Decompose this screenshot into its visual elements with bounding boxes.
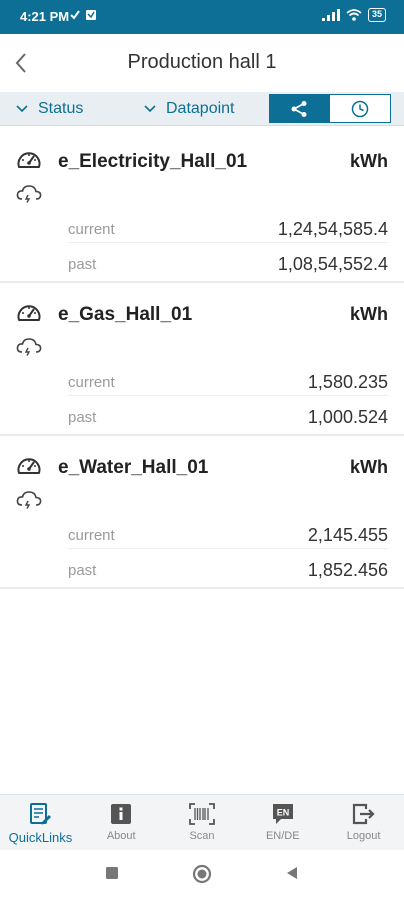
datapoint-filter-label: Datapoint <box>166 100 235 117</box>
cloud-icon <box>16 491 42 509</box>
gauge-icon <box>17 305 41 321</box>
notification-icons <box>70 9 97 21</box>
gauge-icon <box>17 458 41 474</box>
nav-about-label: About <box>106 830 136 842</box>
battery-icon: 35 <box>367 8 386 22</box>
back-system-button[interactable] <box>284 865 300 881</box>
datapoint-card[interactable]: e_Gas_Hall_01 kWh current 1,580.235 past… <box>0 283 404 436</box>
datapoint-name: e_Electricity_Hall_01 <box>58 151 248 172</box>
nav-logout[interactable]: Logout <box>323 795 404 850</box>
status-bar: 4:21 PM 35 <box>0 0 404 34</box>
row-divider <box>68 242 388 243</box>
current-value: 1,580.235 <box>307 371 388 392</box>
gauge-icon <box>17 152 41 168</box>
history-button[interactable] <box>329 94 391 123</box>
quicklinks-icon <box>30 803 52 825</box>
datapoint-name: e_Water_Hall_01 <box>58 457 209 478</box>
datapoint-unit: kWh <box>350 457 388 477</box>
nav-quicklinks[interactable]: QuickLinks <box>0 795 81 850</box>
status-filter-label: Status <box>38 100 84 117</box>
datapoint-card[interactable]: e_Water_Hall_01 kWh current 2,145.455 pa… <box>0 436 404 589</box>
check-icon <box>70 10 80 20</box>
chevron-down-icon <box>144 105 156 113</box>
row-divider <box>68 548 388 549</box>
past-value: 1,852.456 <box>307 559 388 580</box>
barcode-icon <box>189 803 215 825</box>
share-icon <box>291 100 307 117</box>
page-title: Production hall 1 <box>127 51 277 73</box>
datapoint-name: e_Gas_Hall_01 <box>58 304 193 325</box>
current-label: current <box>68 220 115 238</box>
nav-language[interactable]: EN EN/DE <box>242 795 323 850</box>
past-label: past <box>68 408 97 426</box>
logout-icon <box>352 803 375 825</box>
share-button[interactable] <box>269 94 329 123</box>
current-label: current <box>68 373 115 391</box>
cloud-icon <box>16 338 42 356</box>
current-value: 2,145.455 <box>307 524 388 545</box>
datapoint-unit: kWh <box>350 151 388 171</box>
info-icon <box>111 804 132 824</box>
nav-language-label: EN/DE <box>265 830 300 842</box>
current-value: 1,24,54,585.4 <box>277 218 388 239</box>
row-divider <box>68 395 388 396</box>
datapoint-list: e_Electricity_Hall_01 kWh current 1,24,5… <box>0 130 404 589</box>
filter-bar: Status Datapoint <box>0 92 404 126</box>
signal-icon <box>321 9 340 21</box>
past-label: past <box>68 255 97 273</box>
datapoint-filter[interactable]: Datapoint <box>144 92 235 126</box>
nav-about[interactable]: About <box>81 795 162 850</box>
past-value: 1,000.524 <box>307 406 388 427</box>
wifi-icon <box>346 9 362 21</box>
past-row: past 1,08,54,552.4 <box>68 252 388 276</box>
system-nav-bar <box>0 850 404 900</box>
status-filter[interactable]: Status <box>16 92 83 126</box>
nav-quicklinks-label: QuickLinks <box>8 830 73 845</box>
nav-logout-label: Logout <box>346 830 381 842</box>
past-label: past <box>68 561 97 579</box>
bottom-nav: QuickLinks About Scan EN EN/DE Logout <box>0 794 404 850</box>
past-row: past 1,852.456 <box>68 558 388 582</box>
app-header: Production hall 1 <box>0 34 404 92</box>
recents-button[interactable] <box>104 865 120 881</box>
chevron-down-icon <box>16 105 28 113</box>
app-notification-icon <box>86 10 96 20</box>
clock-icon <box>351 100 369 117</box>
svg-text:EN: EN <box>277 808 290 818</box>
cloud-icon <box>16 185 42 203</box>
system-icons: 35 <box>321 8 386 22</box>
current-label: current <box>68 526 115 544</box>
past-row: past 1,000.524 <box>68 405 388 429</box>
nav-scan-label: Scan <box>189 830 215 842</box>
language-icon: EN <box>272 804 293 824</box>
current-row: current 1,580.235 <box>68 370 388 394</box>
past-value: 1,08,54,552.4 <box>277 253 388 274</box>
status-time: 4:21 PM <box>20 9 70 24</box>
datapoint-unit: kWh <box>350 304 388 324</box>
nav-scan[interactable]: Scan <box>162 795 243 850</box>
current-row: current 2,145.455 <box>68 523 388 547</box>
home-button[interactable] <box>192 864 212 884</box>
current-row: current 1,24,54,585.4 <box>68 217 388 241</box>
datapoint-card[interactable]: e_Electricity_Hall_01 kWh current 1,24,5… <box>0 130 404 283</box>
